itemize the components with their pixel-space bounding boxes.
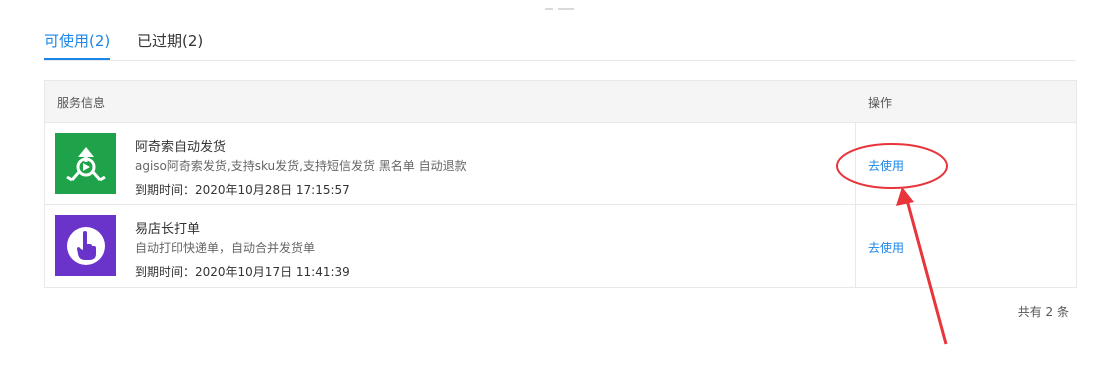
table-row: 阿奇索自动发货 agiso阿奇索发货,支持sku发货,支持短信发货 黑名单 自动… bbox=[45, 123, 1076, 205]
service-table: 服务信息 操作 阿奇索自动发货 agiso阿奇索发货,支持sku发货,支持短信发… bbox=[44, 80, 1077, 288]
service-description: 自动打印快递单，自动合并发货单 bbox=[135, 241, 316, 255]
tab-available[interactable]: 可使用(2) bbox=[44, 30, 111, 60]
total-count: 共有 2 条 bbox=[1017, 305, 1069, 319]
drag-handle[interactable] bbox=[545, 8, 574, 10]
agiso-logo-icon-graphic bbox=[65, 146, 106, 181]
service-name: 阿奇索自动发货 bbox=[135, 140, 227, 155]
pointing-hand-icon bbox=[55, 215, 116, 276]
service-name: 易店长打单 bbox=[135, 222, 201, 237]
use-button[interactable]: 去使用 bbox=[868, 239, 904, 256]
header-action: 操作 bbox=[868, 96, 893, 110]
expiry-time: 到期时间：2020年10月28日 17:15:57 bbox=[135, 183, 350, 197]
use-button[interactable]: 去使用 bbox=[868, 157, 904, 174]
service-description: agiso阿奇索发货,支持sku发货,支持短信发货 黑名单 自动退款 bbox=[135, 159, 467, 173]
tab-bar: 可使用(2) 已过期(2) bbox=[44, 30, 1076, 61]
expiry-time: 到期时间：2020年10月17日 11:41:39 bbox=[135, 265, 350, 279]
table-header: 服务信息 操作 bbox=[45, 81, 1076, 123]
table-row: 易店长打单 自动打印快递单，自动合并发货单 到期时间：2020年10月17日 1… bbox=[45, 205, 1076, 287]
pointing-hand-icon-graphic bbox=[66, 226, 105, 265]
header-service-info: 服务信息 bbox=[57, 96, 106, 110]
tab-expired[interactable]: 已过期(2) bbox=[137, 30, 203, 52]
agiso-logo-icon bbox=[55, 133, 116, 194]
